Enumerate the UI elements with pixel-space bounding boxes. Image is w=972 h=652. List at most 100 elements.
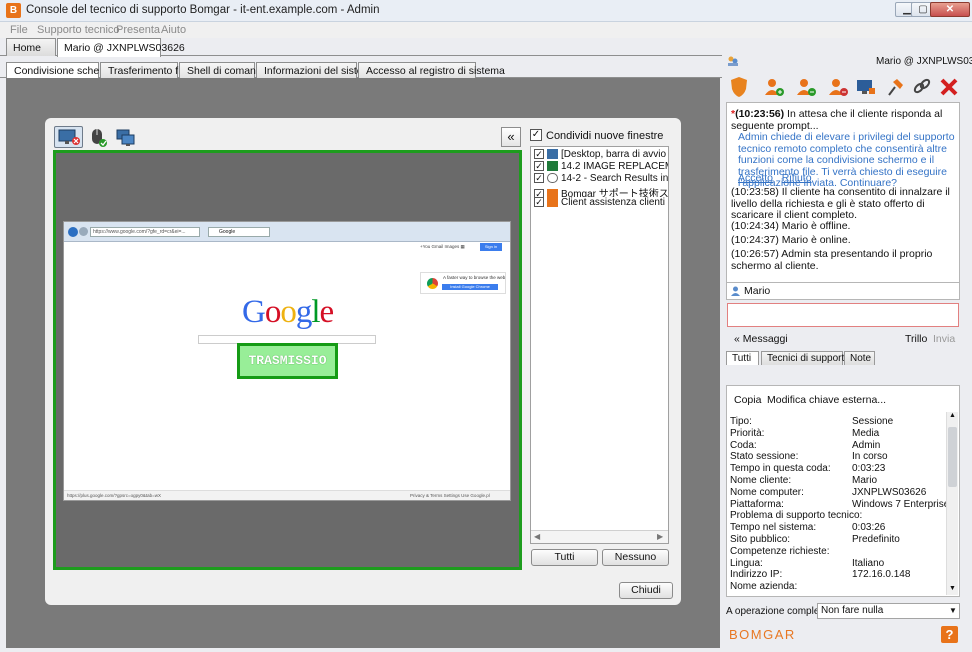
share-new-windows-label: Condividi nuove finestre xyxy=(546,130,664,142)
tab-tecnici-supporto[interactable]: Tecnici di supporto xyxy=(761,351,850,365)
scroll-thumb[interactable] xyxy=(948,427,957,487)
scroll-left-icon[interactable]: ◀ xyxy=(534,532,540,541)
menu-bar: File Supporto tecnico Presenta Aiuto xyxy=(0,22,972,38)
info-row: Nome azienda: xyxy=(730,581,955,593)
scroll-down-icon[interactable]: ▼ xyxy=(949,585,956,592)
info-row: Indirizzo IP: 172.16.0.148 xyxy=(730,569,955,581)
tab-registro-sistema[interactable]: Accesso al registro di sistema xyxy=(358,62,505,78)
chat-message: (10:23:58) Il cliente ha consentito di i… xyxy=(731,186,950,221)
shared-windows-list[interactable]: ✓[Desktop, barra di avvio e v ✓14.2 IMAG… xyxy=(530,146,669,544)
chrome-promo-text: A faster way to browse the web xyxy=(443,275,506,280)
info-row: Piattaforma: Windows 7 Enterprise... xyxy=(730,499,955,511)
menu-presenta[interactable]: Presenta xyxy=(116,24,160,36)
end-session-icon[interactable] xyxy=(938,76,960,98)
info-key: Competenze richieste: xyxy=(730,545,830,557)
completion-action-select[interactable]: Non fare nulla ▼ xyxy=(817,603,960,619)
session-user-label: Mario @ JXNPLWS03626 xyxy=(876,56,972,67)
user-icon xyxy=(731,286,740,296)
window-title: Console del tecnico di supporto Bomgar -… xyxy=(26,4,380,16)
menu-aiuto[interactable]: Aiuto xyxy=(161,24,186,36)
info-row: Problema di supporto tecnico: xyxy=(730,510,955,522)
tab-shell-di-comando[interactable]: Shell di comando xyxy=(179,62,268,78)
select-none-button[interactable]: Nessuno xyxy=(602,549,669,566)
info-value: Media xyxy=(852,427,880,439)
close-window-button[interactable]: ✕ xyxy=(930,2,970,17)
refuse-link[interactable]: Rifiuto xyxy=(782,172,812,184)
remote-footer: https://plus.google.com/?gpsrc=ogpy0&tab… xyxy=(64,490,510,500)
list-item[interactable]: ✓14.2 IMAGE REPLACEMENT xyxy=(534,161,668,173)
chat-message: (10:24:37) Mario è online. xyxy=(731,234,851,246)
shield-icon[interactable] xyxy=(728,76,750,98)
tab-trasferimento-file[interactable]: Trasferimento file xyxy=(100,62,189,78)
info-value: Windows 7 Enterprise... xyxy=(852,498,952,510)
link-icon[interactable] xyxy=(911,76,933,98)
chat-prompt: *(10:23:56) In attesa che il cliente ris… xyxy=(731,108,943,132)
info-key: Lingua: xyxy=(730,557,763,569)
tab-home[interactable]: Home xyxy=(6,38,56,56)
close-share-button[interactable]: Chiudi xyxy=(619,582,673,599)
select-all-button[interactable]: Tutti xyxy=(531,549,598,566)
info-key: Indirizzo IP: xyxy=(730,569,783,581)
monitor-view-icon[interactable] xyxy=(54,126,83,148)
transmission-overlay: TRASMISSIO xyxy=(237,343,338,379)
google-logo: Google xyxy=(242,294,334,330)
tab-note[interactable]: Note xyxy=(844,351,875,365)
menu-supporto-tecnico[interactable]: Supporto tecnico xyxy=(37,24,120,36)
add-user-icon[interactable] xyxy=(763,76,785,98)
vertical-scrollbar[interactable]: ▲ ▼ xyxy=(946,412,958,595)
multi-monitor-icon[interactable] xyxy=(114,126,138,148)
info-key: Priorità: xyxy=(730,427,765,439)
tab-condivisione-schermo[interactable]: Condivisione schermo xyxy=(6,62,117,79)
horizontal-scrollbar[interactable]: ◀ ▶ xyxy=(531,530,668,543)
remote-install-chrome: Install Google Chrome xyxy=(442,284,498,290)
share-new-windows-checkbox[interactable]: ✓ xyxy=(530,129,542,141)
scroll-right-icon[interactable]: ▶ xyxy=(657,532,663,541)
list-item[interactable]: ✓14-2 - Search Results in ent xyxy=(534,173,668,185)
collapse-panel-button[interactable]: « xyxy=(501,127,521,147)
window-checkbox[interactable]: ✓ xyxy=(534,173,544,184)
search-icon xyxy=(547,173,558,184)
chevron-down-icon: ▼ xyxy=(949,606,957,615)
send-button[interactable]: Invia xyxy=(933,333,955,345)
list-item[interactable]: ✓Client assistenza clienti Bor xyxy=(534,197,668,209)
remove-user-icon[interactable] xyxy=(827,76,849,98)
tab-tutti[interactable]: Tutti xyxy=(726,351,759,365)
edit-external-key-button[interactable]: Modifica chiave esterna... xyxy=(767,394,886,406)
chat-input[interactable] xyxy=(727,303,959,327)
bomgar-app-icon: B xyxy=(6,3,21,18)
transfer-user-icon[interactable] xyxy=(795,76,817,98)
accept-link[interactable]: Accetto xyxy=(738,172,773,184)
messages-toggle[interactable]: « Messaggi xyxy=(734,333,788,345)
tab-informazioni-sistema[interactable]: Informazioni del sistema xyxy=(256,62,377,78)
remote-chrome-promo: A faster way to browse the web xyxy=(420,272,506,294)
copy-button[interactable]: Copia xyxy=(734,394,761,406)
menu-file[interactable]: File xyxy=(10,24,28,36)
info-row: Tempo in questa coda: 0:03:23 xyxy=(730,463,955,475)
scroll-up-icon[interactable]: ▲ xyxy=(949,412,956,419)
remote-footer-links: Privacy & Terms Settings Use Google.pl xyxy=(410,493,490,498)
tab-session-mario[interactable]: Mario @ JXNPLWS03626 xyxy=(57,38,185,57)
info-row: Stato sessione: In corso xyxy=(730,451,955,463)
window-checkbox[interactable]: ✓ xyxy=(534,149,544,160)
title-bar: B Console del tecnico di supporto Bomgar… xyxy=(0,0,972,22)
info-key: Piattaforma: xyxy=(730,498,784,510)
remote-screen[interactable]: https://www.google.com/?gfe_rd=cr&ei=...… xyxy=(63,221,511,501)
pin-icon[interactable] xyxy=(884,76,906,98)
help-icon[interactable]: ? xyxy=(941,626,958,643)
info-key: Tempo nel sistema: xyxy=(730,522,817,534)
chat-log[interactable]: *(10:23:56) In attesa che il cliente ris… xyxy=(726,102,960,283)
remote-footer-link: https://plus.google.com/?gpsrc=ogpy0&tab… xyxy=(67,493,162,498)
window-checkbox[interactable]: ✓ xyxy=(534,197,544,208)
info-row: Tempo nel sistema: 0:03:26 xyxy=(730,522,955,534)
list-item[interactable]: ✓Bomgar サポート技術スタッフ xyxy=(534,185,668,197)
window-checkbox[interactable]: ✓ xyxy=(534,161,544,172)
list-item[interactable]: ✓[Desktop, barra di avvio e v xyxy=(534,149,668,161)
mouse-control-icon[interactable] xyxy=(87,126,111,148)
info-value: JXNPLWS03626 xyxy=(852,486,927,498)
feature-tabs: Condivisione schermo Trasferimento file … xyxy=(0,62,722,79)
trillo-button[interactable]: Trillo xyxy=(905,333,927,345)
info-row: Competenze richieste: xyxy=(730,546,955,558)
window-checkbox[interactable]: ✓ xyxy=(534,189,544,197)
screen-lock-icon[interactable] xyxy=(855,76,877,98)
bomgar-logo: BOMGAR xyxy=(729,627,796,642)
